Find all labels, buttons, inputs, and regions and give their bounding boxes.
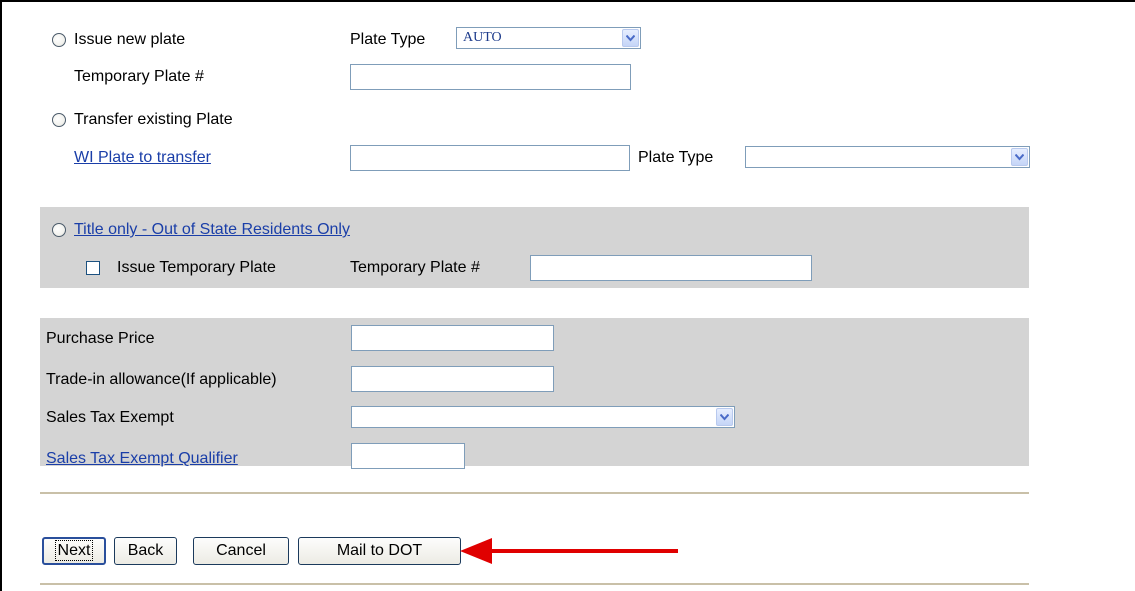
issue-new-plate-label: Issue new plate (74, 31, 186, 48)
mail-to-dot-button-label: Mail to DOT (336, 542, 423, 559)
red-arrow-annotation (460, 538, 678, 564)
mail-to-dot-button[interactable]: Mail to DOT (298, 537, 461, 565)
trade-in-input[interactable] (351, 366, 554, 392)
back-button[interactable]: Back (114, 537, 177, 565)
purchase-price-input[interactable] (351, 325, 554, 351)
transfer-existing-plate-label: Transfer existing Plate (74, 111, 233, 128)
sales-tax-exempt-qualifier-link[interactable]: Sales Tax Exempt Qualifier (46, 449, 238, 469)
next-button-label: Next (54, 540, 94, 561)
plate-type-label: Plate Type (350, 31, 426, 48)
back-button-label: Back (127, 542, 164, 559)
temporary-plate-input[interactable] (350, 64, 631, 90)
left-border (0, 0, 2, 591)
sales-tax-exempt-select[interactable] (351, 406, 735, 428)
cancel-button[interactable]: Cancel (193, 537, 289, 565)
chevron-down-icon[interactable] (716, 408, 733, 426)
transfer-plate-type-select[interactable] (745, 146, 1030, 168)
title-only-temporary-plate-label: Temporary Plate # (350, 259, 480, 276)
issue-new-plate-radio[interactable] (52, 33, 66, 47)
issue-temporary-plate-label: Issue Temporary Plate (117, 259, 276, 276)
temporary-plate-label: Temporary Plate # (74, 68, 204, 85)
title-only-radio[interactable] (52, 223, 66, 237)
chevron-down-icon[interactable] (1011, 148, 1028, 166)
title-only-link[interactable]: Title only - Out of State Residents Only (74, 220, 350, 240)
next-button[interactable]: Next (42, 537, 106, 565)
cancel-button-label: Cancel (216, 542, 266, 559)
plate-type-select[interactable]: AUTO (456, 27, 641, 49)
wi-plate-input[interactable] (350, 145, 630, 171)
sales-tax-exempt-qualifier-input[interactable] (351, 443, 465, 469)
title-only-temporary-plate-input[interactable] (530, 255, 812, 281)
trade-in-label: Trade-in allowance(If applicable) (46, 371, 277, 388)
chevron-down-icon[interactable] (622, 29, 639, 47)
top-border (0, 0, 1135, 2)
divider-bottom (40, 583, 1029, 585)
purchase-price-label: Purchase Price (46, 330, 155, 347)
divider-top (40, 492, 1029, 494)
sales-tax-exempt-label: Sales Tax Exempt (46, 409, 174, 426)
issue-temporary-plate-checkbox[interactable] (86, 261, 100, 275)
transfer-existing-plate-radio[interactable] (52, 113, 66, 127)
plate-type-value: AUTO (463, 30, 502, 45)
transfer-plate-type-label: Plate Type (638, 149, 714, 166)
wi-plate-to-transfer-link[interactable]: WI Plate to transfer (74, 148, 211, 168)
